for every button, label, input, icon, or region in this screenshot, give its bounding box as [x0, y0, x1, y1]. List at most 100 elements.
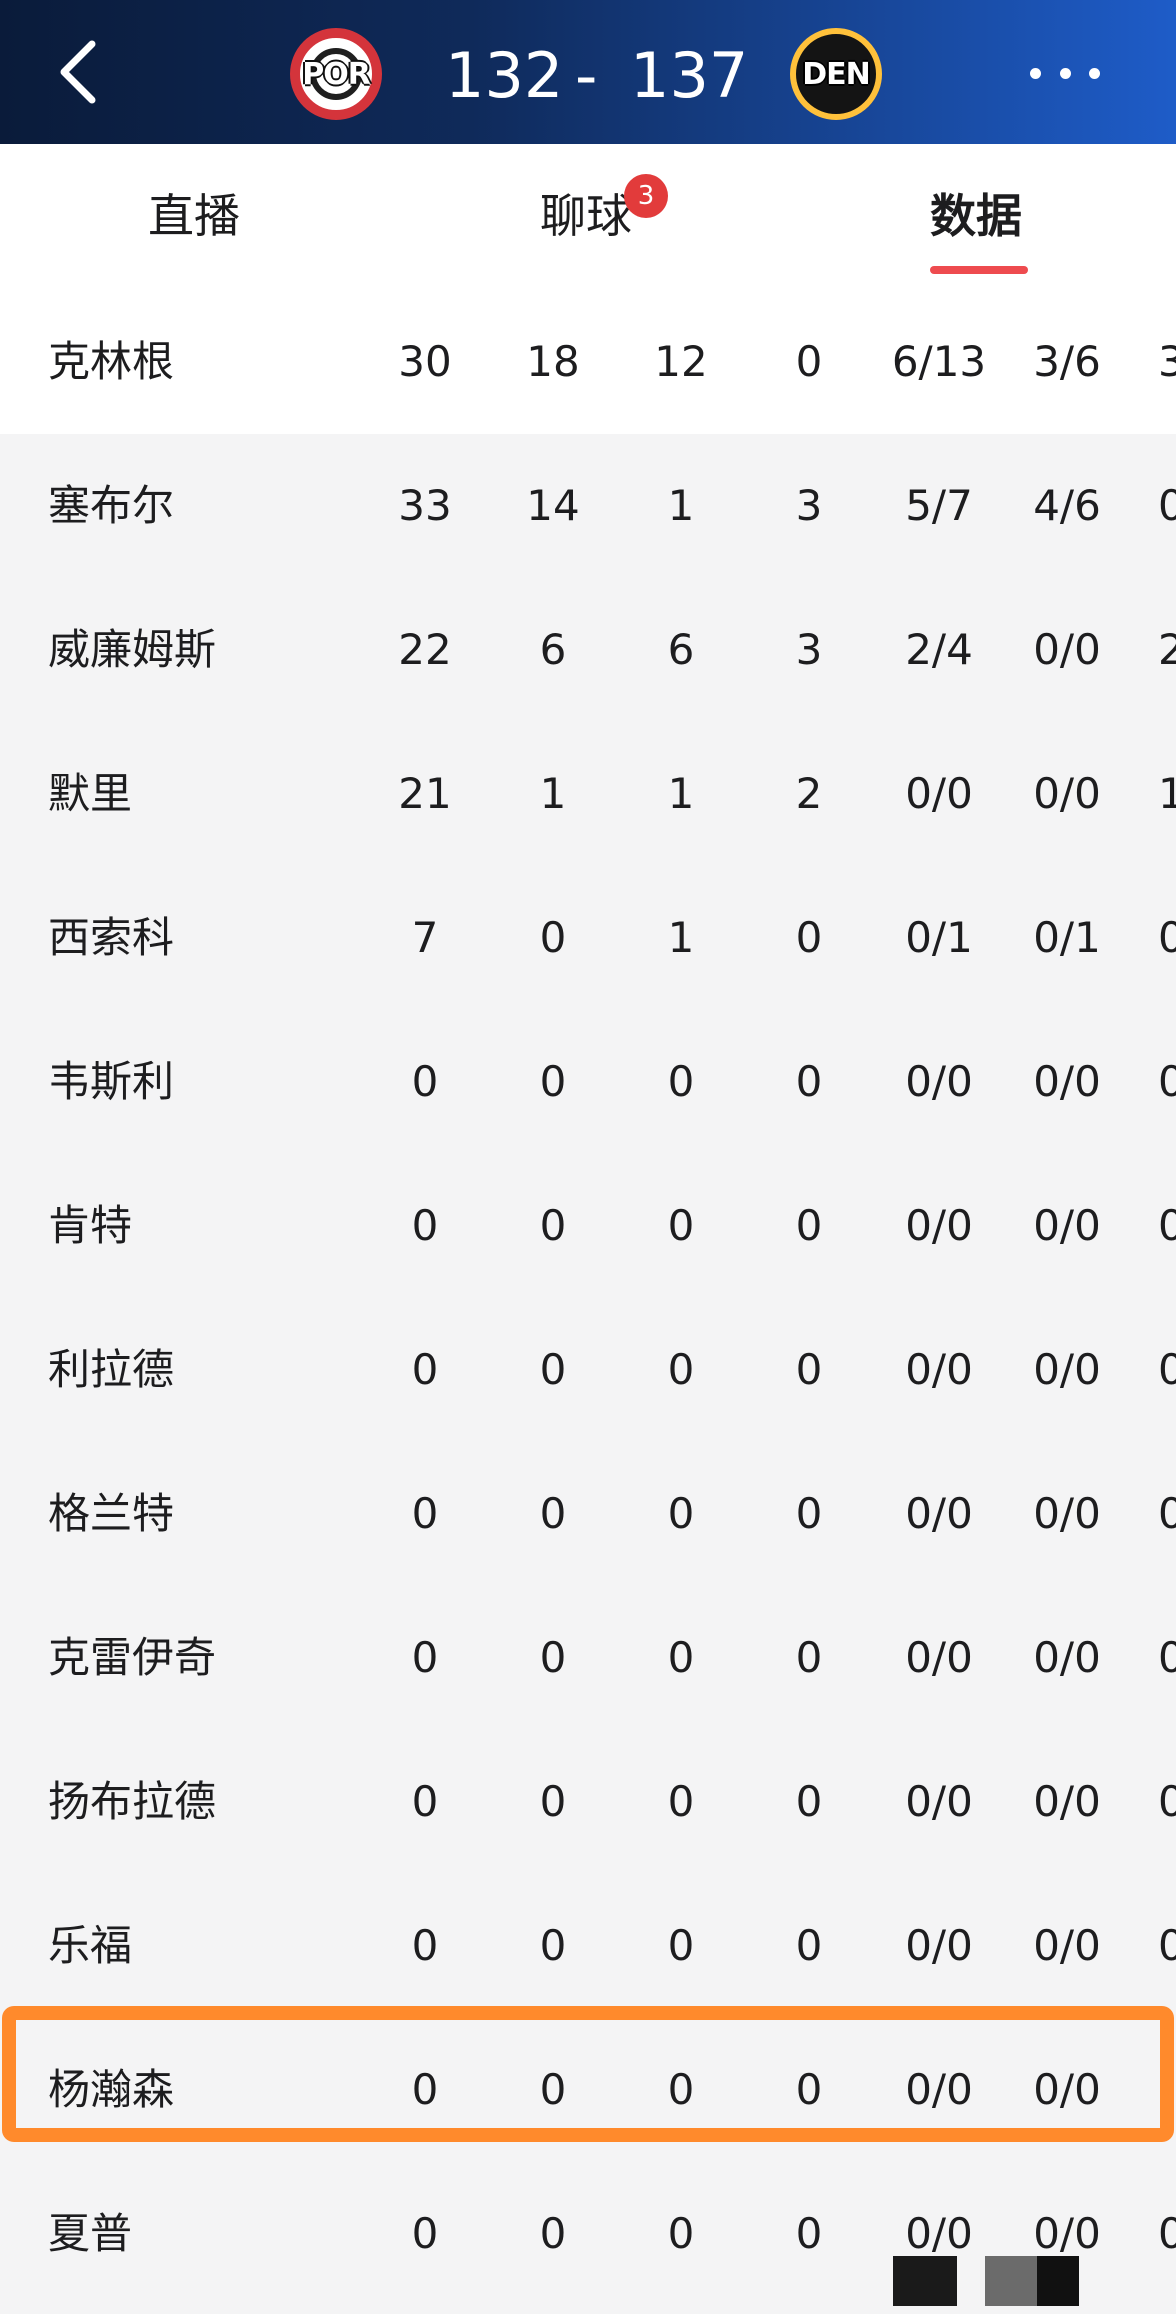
player-row[interactable]: 扬布拉德 0 0 0 0 0/0 0/0 0	[0, 1730, 1176, 1874]
player-row[interactable]: 利拉德 0 0 0 0 0/0 0/0 0	[0, 1298, 1176, 1442]
stat-cell: 0/0	[1033, 625, 1101, 674]
stat-cell: 12	[654, 337, 708, 386]
player-name: 肯特	[48, 1201, 133, 1250]
player-row[interactable]: 威廉姆斯 22 6 6 3 2/4 0/0 2	[0, 578, 1176, 722]
stat-cell: 0	[1158, 1057, 1176, 1106]
stat-cell: 0	[539, 1345, 567, 1394]
stat-cell: 0/0	[1033, 1345, 1101, 1394]
stat-cell: 0	[667, 1345, 695, 1394]
stat-cell: 0/0	[1033, 1633, 1101, 1682]
stat-cell: 21	[398, 769, 452, 818]
stat-cell: 0/0	[1033, 1921, 1101, 1970]
tab-chat[interactable]: 聊球	[540, 180, 632, 246]
player-name: 夏普	[48, 2209, 133, 2258]
stat-cell: 0/0	[905, 1057, 973, 1106]
stat-cell: 0	[667, 2209, 695, 2258]
stat-cell: 0	[795, 337, 823, 386]
stat-cell: 0/0	[905, 1489, 973, 1538]
stat-cell: 0	[795, 1489, 823, 1538]
redaction-block	[893, 2256, 957, 2306]
score-separator: -	[575, 39, 598, 112]
stat-cell: 0	[539, 2209, 567, 2258]
stat-cell: 0	[539, 1633, 567, 1682]
player-row[interactable]: 克林根 30 18 12 0 6/13 3/6 3	[0, 290, 1176, 434]
stat-cell: 0	[795, 1633, 823, 1682]
stat-cell: 0	[411, 1921, 439, 1970]
stat-cell: 1	[1158, 769, 1176, 818]
stat-cell: 14	[526, 481, 580, 530]
stat-cell: 0	[1158, 913, 1176, 962]
stat-cell: 0	[1158, 2209, 1176, 2258]
stat-cell: 0	[667, 1777, 695, 1826]
stat-cell: 0	[795, 1057, 823, 1106]
player-name: 扬布拉德	[48, 1777, 217, 1826]
player-row[interactable]: 乐福 0 0 0 0 0/0 0/0 0	[0, 1874, 1176, 2018]
stat-cell: 0	[795, 1345, 823, 1394]
away-score: 137	[630, 39, 749, 112]
stat-cell: 0/0	[1033, 1201, 1101, 1250]
stat-cell: 0/1	[905, 913, 973, 962]
stat-cell: 2	[795, 769, 823, 818]
player-row[interactable]: 肯特 0 0 0 0 0/0 0/0 0	[0, 1154, 1176, 1298]
stat-cell: 6	[539, 625, 567, 674]
player-row[interactable]: 默里 21 1 1 2 0/0 0/0 1	[0, 722, 1176, 866]
stat-cell: 0/0	[1033, 1057, 1101, 1106]
home-team-abbr: POR	[302, 56, 371, 92]
stat-cell: 0	[667, 1489, 695, 1538]
stat-cell: 0	[411, 1345, 439, 1394]
redaction-block	[1037, 2256, 1079, 2306]
home-team-logo[interactable]: POR	[290, 28, 382, 120]
player-name: 韦斯利	[48, 1057, 175, 1106]
tab-live[interactable]: 直播	[148, 180, 240, 246]
stat-cell: 7	[411, 913, 439, 962]
stat-cell: 0	[667, 1921, 695, 1970]
home-score: 132	[445, 39, 564, 112]
stat-cell: 0/0	[1033, 1489, 1101, 1538]
stat-cell: 0	[411, 1777, 439, 1826]
stat-cell: 1	[539, 769, 567, 818]
player-row[interactable]: 格兰特 0 0 0 0 0/0 0/0 0	[0, 1442, 1176, 1586]
back-arrow-icon[interactable]	[50, 36, 110, 108]
stat-cell: 0	[411, 1057, 439, 1106]
stat-cell: 0	[795, 913, 823, 962]
player-name: 塞布尔	[48, 481, 175, 530]
chat-unread-badge: 3	[624, 174, 668, 218]
player-row[interactable]: 西索科 7 0 1 0 0/1 0/1 0	[0, 866, 1176, 1010]
stat-cell: 0	[411, 1489, 439, 1538]
more-options-icon[interactable]	[1030, 62, 1100, 84]
stat-cell: 3	[795, 481, 823, 530]
scoreboard-header: POR 132 - 137 DEN	[0, 0, 1176, 144]
stat-cell: 0	[1158, 481, 1176, 530]
player-row[interactable]: 韦斯利 0 0 0 0 0/0 0/0 0	[0, 1010, 1176, 1154]
stat-cell: 30	[398, 337, 452, 386]
stat-cell: 0	[795, 2209, 823, 2258]
stat-cell: 0	[411, 1201, 439, 1250]
stat-cell: 0/1	[1033, 913, 1101, 962]
player-name: 利拉德	[48, 1345, 175, 1394]
redaction-block	[985, 2256, 1037, 2306]
player-row[interactable]: 塞布尔 33 14 1 3 5/7 4/6 0	[0, 434, 1176, 578]
stat-cell: 4/6	[1033, 481, 1101, 530]
highlight-box	[2, 2006, 1174, 2142]
away-team-logo[interactable]: DEN	[790, 28, 882, 120]
player-name: 默里	[48, 769, 133, 818]
stat-cell: 1	[667, 769, 695, 818]
stat-cell: 0/0	[905, 1201, 973, 1250]
player-name: 克林根	[48, 337, 175, 386]
stat-cell: 3/6	[1033, 337, 1101, 386]
stat-cell: 0	[1158, 1489, 1176, 1538]
tab-bar: 直播 聊球 3 数据	[0, 144, 1176, 290]
stat-cell: 0	[539, 1057, 567, 1106]
stat-cell: 0/0	[905, 769, 973, 818]
stat-cell: 0/0	[905, 1633, 973, 1682]
stat-cell: 33	[398, 481, 452, 530]
player-name: 威廉姆斯	[48, 625, 217, 674]
player-row[interactable]: 克雷伊奇 0 0 0 0 0/0 0/0 0	[0, 1586, 1176, 1730]
active-tab-indicator	[930, 266, 1028, 274]
player-name: 西索科	[48, 913, 175, 962]
stat-cell: 5/7	[905, 481, 973, 530]
tab-data[interactable]: 数据	[930, 180, 1022, 246]
stat-cell: 0	[539, 1201, 567, 1250]
stat-cell: 0	[795, 1921, 823, 1970]
stat-cell: 6/13	[891, 337, 987, 386]
